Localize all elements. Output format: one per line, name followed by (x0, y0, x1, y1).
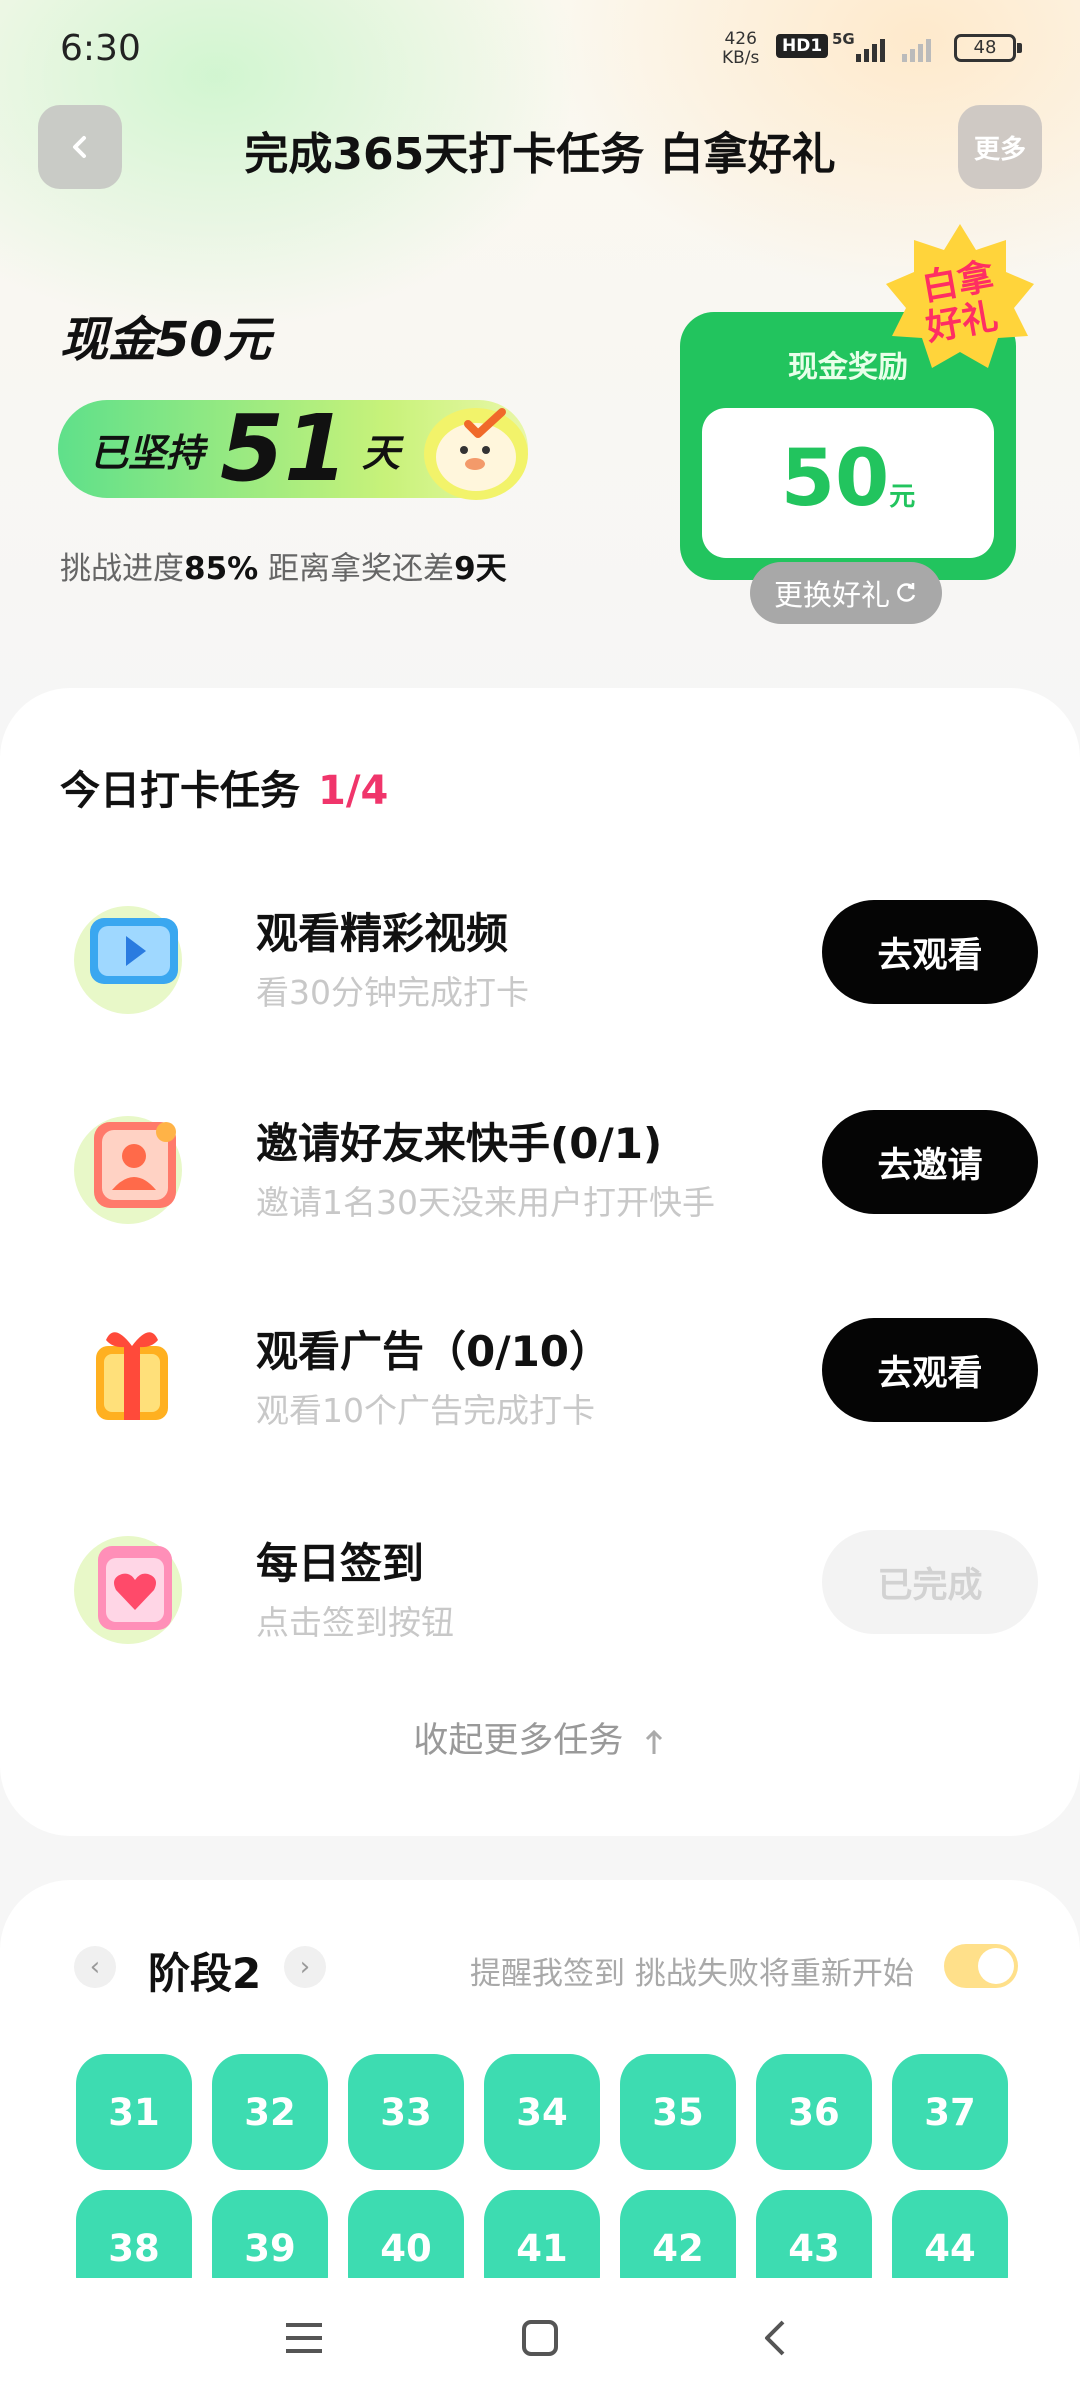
reward-unit: 元 (889, 482, 916, 512)
signal-strength-icon-secondary (902, 36, 931, 62)
status-bar: 6:30 426 KB/s HD1 5G 48 (0, 0, 1080, 100)
progress-line: 挑战进度85% 距离拿奖还差9天 (60, 543, 507, 588)
network-speed: 426 KB/s (722, 30, 759, 68)
more-button[interactable]: 更多 (958, 105, 1042, 189)
progress-prefix: 挑战进度 (60, 551, 184, 587)
mascot-icon (424, 408, 528, 500)
refresh-icon (897, 583, 916, 602)
stage-next-button[interactable]: › (284, 1946, 326, 1988)
menu-icon (286, 2323, 322, 2353)
network-type: 5G (832, 30, 855, 48)
network-speed-unit: KB/s (722, 48, 760, 68)
cash-prize-title: 现金50元 (60, 312, 271, 368)
reminder-text: 提醒我签到 挑战失败将重新开始 (470, 1956, 914, 1992)
play-video-icon (74, 906, 182, 1014)
reward-amount-box: 50元 (702, 408, 994, 558)
network-speed-value: 426 (724, 29, 757, 49)
task-item-watch-ads: 观看广告（0/10） 观看10个广告完成打卡 去观看 (0, 1288, 1080, 1458)
system-nav-bar (0, 2278, 1080, 2400)
battery-level: 48 (973, 37, 997, 58)
stage-prev-button[interactable]: ‹ (74, 1946, 116, 1988)
free-gift-badge: 白拿 好礼 (886, 224, 1034, 368)
day-cell[interactable]: 34 (484, 2054, 600, 2170)
tasks-count: 1/4 (318, 768, 389, 814)
streak-suffix: 天 (362, 430, 401, 475)
signal-strength-icon (856, 36, 885, 62)
back-icon (765, 2320, 785, 2356)
calendar-heart-icon (74, 1536, 182, 1644)
back-button[interactable] (38, 105, 122, 189)
gift-box-icon (96, 1332, 168, 1420)
task-title: 邀请好友来快手(0/1) (256, 1119, 663, 1168)
arrow-up-icon (645, 1729, 662, 1754)
back-nav-button[interactable] (744, 2308, 804, 2368)
battery-icon: 48 (954, 34, 1022, 62)
tasks-header: 今日打卡任务 1/4 (60, 758, 388, 816)
home-button[interactable] (510, 2308, 570, 2368)
checkin-done-button: 已完成 (822, 1530, 1038, 1634)
day-cell[interactable]: 31 (76, 2054, 192, 2170)
day-cell[interactable]: 33 (348, 2054, 464, 2170)
day-cell[interactable]: 32 (212, 2054, 328, 2170)
invite-user-icon (74, 1116, 182, 1224)
watch-ads-button[interactable]: 去观看 (822, 1318, 1038, 1422)
switch-gift-label: 更换好礼 (773, 578, 890, 612)
streak-prefix: 已坚持 (90, 430, 205, 475)
progress-middle: 距离拿奖还差 (258, 551, 455, 587)
day-cell[interactable]: 37 (892, 2054, 1008, 2170)
streak-text: 已坚持 51 天 (90, 400, 400, 498)
hd-badge: HD1 (776, 34, 829, 58)
collapse-tasks-link[interactable]: 收起更多任务 (0, 1712, 1080, 1763)
task-subtitle: 看30分钟完成打卡 (256, 973, 529, 1012)
task-title: 观看广告（0/10） (256, 1327, 612, 1376)
task-subtitle: 邀请1名30天没来用户打开快手 (256, 1183, 715, 1222)
tasks-title: 今日打卡任务 (60, 768, 300, 814)
task-subtitle: 点击签到按钮 (256, 1603, 454, 1642)
days-left: 9天 (454, 551, 507, 587)
task-item-invite-friend: 邀请好友来快手(0/1) 邀请1名30天没来用户打开快手 去邀请 (0, 1080, 1080, 1250)
day-cell[interactable]: 36 (756, 2054, 872, 2170)
menu-button[interactable] (274, 2308, 334, 2368)
home-icon (522, 2320, 558, 2356)
page-title: 完成365天打卡任务 白拿好礼 (244, 129, 836, 180)
stage-title: 阶段2 (148, 1949, 262, 1998)
invite-friend-button[interactable]: 去邀请 (822, 1110, 1038, 1214)
switch-gift-button[interactable]: 更换好礼 (750, 562, 942, 624)
collapse-label: 收起更多任务 (413, 1721, 624, 1761)
watch-video-button[interactable]: 去观看 (822, 900, 1038, 1004)
back-arrow-icon (73, 136, 86, 158)
reward-amount: 50 (780, 434, 890, 524)
reminder-toggle[interactable] (944, 1944, 1018, 1988)
task-subtitle: 观看10个广告完成打卡 (256, 1391, 595, 1430)
streak-days: 51 (220, 395, 349, 502)
task-item-daily-checkin: 每日签到 点击签到按钮 已完成 (0, 1500, 1080, 1670)
progress-percent: 85% (184, 551, 259, 587)
task-item-watch-video: 观看精彩视频 看30分钟完成打卡 去观看 (0, 870, 1080, 1040)
task-title: 观看精彩视频 (256, 909, 509, 958)
task-title: 每日签到 (256, 1539, 425, 1588)
daily-tasks-card: 今日打卡任务 1/4 观看精彩视频 看30分钟完成打卡 去观看 邀请好友来快手(0… (0, 688, 1080, 1836)
status-time: 6:30 (60, 28, 141, 69)
day-cell[interactable]: 35 (620, 2054, 736, 2170)
